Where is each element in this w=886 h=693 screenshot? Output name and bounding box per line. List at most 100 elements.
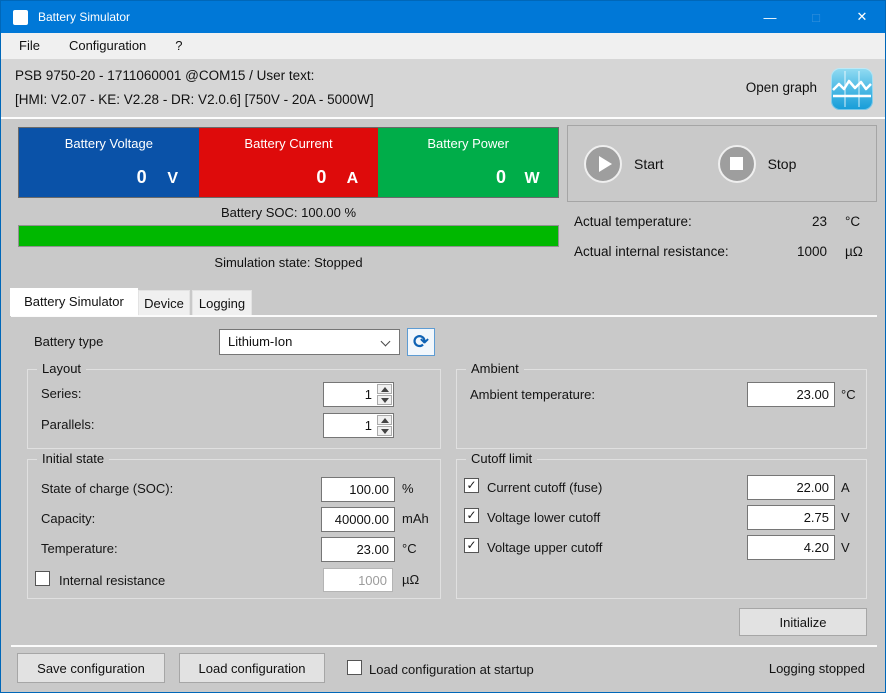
soc-input[interactable] (321, 477, 395, 502)
capacity-unit: mAh (402, 511, 429, 526)
voltage-upper-cutoff-label: Voltage upper cutoff (487, 540, 602, 555)
arrow-up-icon (381, 418, 389, 423)
arrow-down-icon (381, 398, 389, 403)
parallels-spinner-down-button[interactable] (377, 426, 392, 436)
soc-input-label: State of charge (SOC): (41, 481, 173, 496)
start-label: Start (634, 156, 664, 172)
soc-progress-bar (18, 225, 559, 247)
current-cutoff-input[interactable] (747, 475, 835, 500)
voltage-upper-cutoff-input[interactable] (747, 535, 835, 560)
menu-item-file[interactable]: File (8, 33, 51, 59)
checkmark-icon: ✓ (466, 478, 476, 492)
voltage-lower-cutoff-label: Voltage lower cutoff (487, 510, 600, 525)
group-layout-title: Layout (37, 361, 86, 376)
checkmark-icon: ✓ (466, 538, 476, 552)
voltage-upper-cutoff-checkbox[interactable]: ✓ (464, 538, 479, 553)
window-title: Battery Simulator (38, 10, 130, 24)
battery-voltage-unit: V (147, 170, 199, 188)
refresh-icon: ⟳ (413, 333, 429, 352)
battery-current-value: 0 (199, 167, 327, 188)
stop-icon (730, 157, 743, 170)
app-icon (13, 10, 28, 25)
actual-resistance-unit: µΩ (845, 244, 863, 259)
battery-power-value: 0 (378, 167, 506, 188)
tab-panel-bottom-divider (11, 645, 877, 647)
open-graph-button[interactable] (831, 68, 873, 110)
group-initial-state-title: Initial state (37, 451, 109, 466)
capacity-input[interactable] (321, 507, 395, 532)
actual-temperature-unit: °C (845, 214, 860, 229)
voltage-lower-cutoff-checkbox[interactable]: ✓ (464, 508, 479, 523)
group-ambient: Ambient (456, 369, 867, 449)
actual-resistance-value: 1000 (727, 244, 827, 259)
menu-bar: File Configuration ? (1, 33, 885, 59)
battery-voltage-value: 0 (19, 167, 147, 188)
temperature-input[interactable] (321, 537, 395, 562)
battery-current-label: Battery Current (199, 136, 379, 151)
parallels-spinner[interactable]: 1 (323, 413, 394, 438)
voltage-lower-cutoff-unit: V (841, 510, 850, 525)
stop-button[interactable]: Stop (718, 145, 797, 183)
graph-icon (831, 68, 873, 110)
internal-resistance-unit: µΩ (402, 572, 419, 587)
tab-device[interactable]: Device (138, 290, 190, 315)
initialize-button[interactable]: Initialize (739, 608, 867, 636)
group-cutoff-limit-title: Cutoff limit (466, 451, 537, 466)
temperature-unit: °C (402, 541, 417, 556)
parallels-spinner-up-button[interactable] (377, 415, 392, 425)
tab-battery-simulator[interactable]: Battery Simulator (10, 288, 138, 316)
series-label: Series: (41, 386, 81, 401)
tab-logging[interactable]: Logging (192, 290, 252, 315)
title-bar: Battery Simulator — □ ✕ (1, 1, 885, 33)
soc-unit: % (402, 481, 414, 496)
series-spinner-up-button[interactable] (377, 384, 392, 394)
parallels-value: 1 (324, 414, 376, 437)
battery-power-label: Battery Power (378, 136, 558, 151)
battery-type-label: Battery type (34, 334, 103, 349)
logging-status-label: Logging stopped (769, 661, 865, 676)
series-spinner[interactable]: 1 (323, 382, 394, 407)
play-icon (599, 156, 612, 172)
load-at-startup-checkbox[interactable] (347, 660, 362, 675)
load-at-startup-label: Load configuration at startup (369, 662, 534, 677)
device-info-bar: PSB 9750-20 - 1711060001 @COM15 / User t… (1, 59, 885, 117)
temperature-label: Temperature: (41, 541, 118, 556)
battery-power-unit: W (506, 170, 558, 188)
current-cutoff-checkbox[interactable]: ✓ (464, 478, 479, 493)
refresh-button[interactable]: ⟳ (407, 328, 435, 356)
load-configuration-button[interactable]: Load configuration (179, 653, 325, 683)
device-info-line1: PSB 9750-20 - 1711060001 @COM15 / User t… (15, 68, 314, 83)
battery-soc-label: Battery SOC: 100.00 % (18, 205, 559, 220)
actual-resistance-label: Actual internal resistance: (574, 244, 729, 259)
start-stop-box: Start Stop (567, 125, 877, 202)
battery-current-panel: Battery Current 0 A (199, 128, 379, 197)
battery-voltage-label: Battery Voltage (19, 136, 199, 151)
window-controls: — □ ✕ (747, 1, 885, 33)
device-info-line2: [HMI: V2.07 - KE: V2.28 - DR: V2.0.6] [7… (15, 92, 374, 107)
current-cutoff-label: Current cutoff (fuse) (487, 480, 602, 495)
battery-type-select[interactable]: Lithium-Ion (219, 329, 400, 355)
maximize-button[interactable]: □ (793, 1, 839, 33)
internal-resistance-input (323, 568, 393, 592)
voltage-lower-cutoff-input[interactable] (747, 505, 835, 530)
tab-strip-divider (11, 315, 877, 317)
measurement-panels: Battery Voltage 0 V Battery Current 0 A … (18, 127, 559, 198)
close-button[interactable]: ✕ (839, 1, 885, 33)
series-spinner-down-button[interactable] (377, 395, 392, 405)
checkmark-icon: ✓ (466, 508, 476, 522)
chevron-down-icon (381, 337, 391, 347)
save-configuration-button[interactable]: Save configuration (17, 653, 165, 683)
open-graph-label: Open graph (746, 80, 817, 95)
internal-resistance-checkbox[interactable] (35, 571, 50, 586)
actual-temperature-value: 23 (727, 214, 827, 229)
series-value: 1 (324, 383, 376, 406)
capacity-label: Capacity: (41, 511, 95, 526)
start-button[interactable]: Start (584, 145, 664, 183)
actual-temperature-label: Actual temperature: (574, 214, 692, 229)
minimize-button[interactable]: — (747, 1, 793, 33)
menu-item-configuration[interactable]: Configuration (58, 33, 157, 59)
ambient-temperature-input[interactable] (747, 382, 835, 407)
soc-progress-fill (19, 226, 558, 246)
menu-item-help[interactable]: ? (164, 33, 193, 59)
current-cutoff-unit: A (841, 480, 850, 495)
